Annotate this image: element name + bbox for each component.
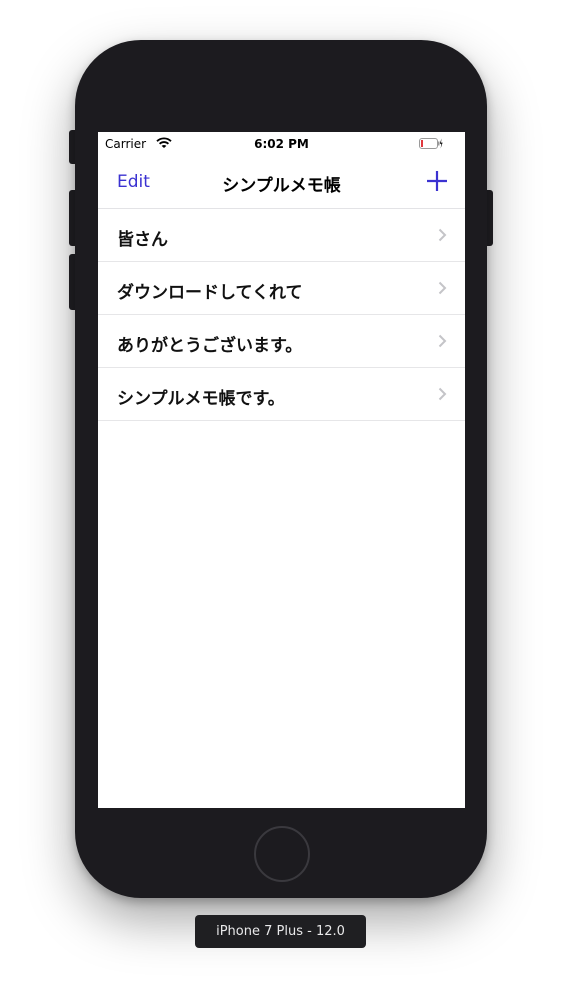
chevron-right-icon: [438, 334, 447, 348]
battery-icon: [419, 138, 443, 149]
power-button: [486, 190, 493, 246]
add-memo-button[interactable]: [425, 169, 449, 193]
plus-icon: [427, 171, 447, 191]
memo-row[interactable]: ダウンロードしてくれて: [98, 262, 465, 315]
nav-title: シンプルメモ帳: [222, 176, 341, 196]
status-bar: Carrier 6:02 PM: [98, 132, 465, 156]
memo-row[interactable]: 皆さん: [98, 209, 465, 262]
chevron-right-icon: [438, 281, 447, 295]
home-button[interactable]: [254, 826, 310, 882]
status-time: 6:02 PM: [254, 137, 309, 151]
phone-screen: Carrier 6:02 PM Edit シンプルメモ帳 皆さん ダウンロードし…: [98, 132, 465, 808]
memo-list: 皆さん ダウンロードしてくれて ありがとうございます。 シンプルメモ帳です。: [98, 209, 465, 421]
memo-row[interactable]: ありがとうございます。: [98, 315, 465, 368]
simulator-device-label: iPhone 7 Plus - 12.0: [195, 915, 366, 948]
memo-title: ありがとうございます。: [117, 336, 303, 356]
chevron-right-icon: [438, 228, 447, 242]
chevron-right-icon: [438, 387, 447, 401]
navigation-bar: Edit シンプルメモ帳: [98, 158, 465, 209]
memo-title: シンプルメモ帳です。: [117, 389, 285, 409]
memo-title: ダウンロードしてくれて: [117, 283, 303, 303]
memo-title: 皆さん: [117, 230, 168, 250]
memo-row[interactable]: シンプルメモ帳です。: [98, 368, 465, 421]
